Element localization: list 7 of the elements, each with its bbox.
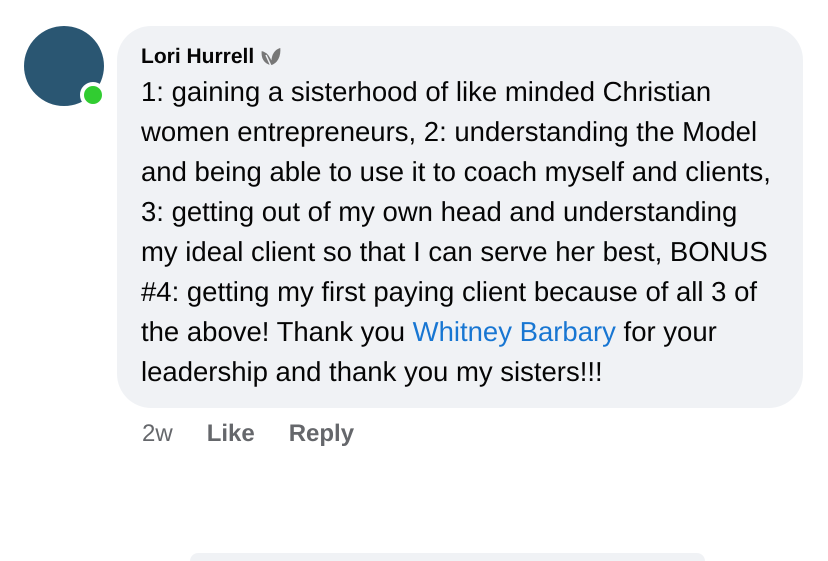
- timestamp: 2w: [142, 420, 173, 448]
- comment-text: 1: gaining a sisterhood of like minded Christian women entrepreneurs, 2: understanding the Model and being able to use it to coach myself and clients, 3: getting out of my own head and understanding my ideal client so that I can serve her best, BONUS #4: getting my first paying client because of all 3 of the above! Thank you Whitney Barbary for your leadership and thank you my sisters!!!: [141, 75, 772, 389]
- author-name[interactable]: Lori Hurrell: [141, 45, 254, 69]
- reply-button[interactable]: Reply: [288, 420, 354, 448]
- leaf-icon: [259, 46, 284, 68]
- mention-link[interactable]: Whitney Barbary: [412, 316, 616, 347]
- like-button[interactable]: Like: [206, 420, 255, 448]
